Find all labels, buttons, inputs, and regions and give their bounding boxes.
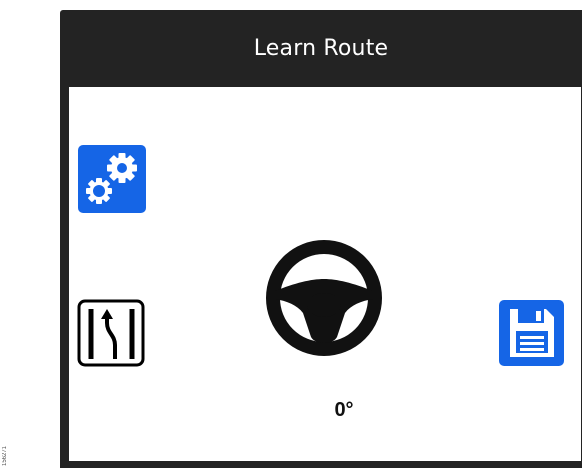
steering-wheel[interactable] — [265, 239, 383, 357]
lane-change-icon — [77, 299, 145, 367]
steering-wheel-icon — [266, 240, 382, 356]
screen-area: 0° — [69, 87, 581, 461]
steering-angle-readout: 0° — [334, 399, 354, 421]
gears-icon — [78, 145, 146, 213]
route-button[interactable] — [77, 299, 145, 367]
settings-button[interactable] — [77, 144, 147, 214]
page: 156271 Learn Route 0° — [0, 0, 582, 468]
save-button[interactable] — [498, 299, 565, 367]
device-frame: Learn Route 0° — [60, 10, 582, 468]
floppy-disk-icon — [499, 300, 564, 366]
page-title: Learn Route — [253, 35, 389, 61]
figure-caption: 156271 — [2, 445, 8, 466]
title-bar: Learn Route — [60, 10, 582, 86]
